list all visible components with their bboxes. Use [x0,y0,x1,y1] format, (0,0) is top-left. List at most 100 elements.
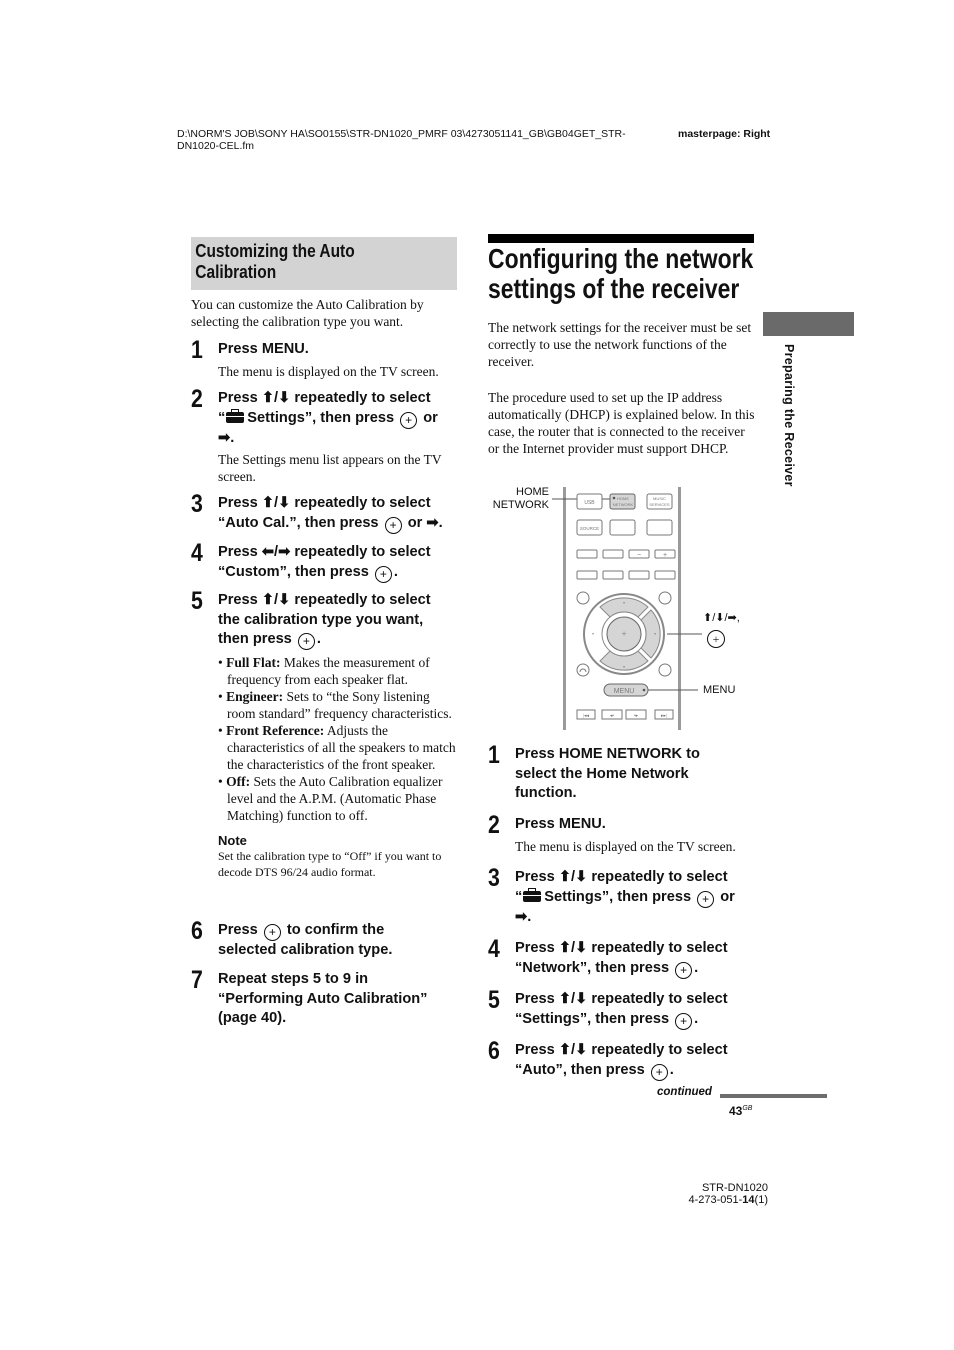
step-line: “ Settings”, then press + or [515,887,758,908]
step-instruction: Press ⬆/⬇ repeatedly to select “Auto”, t… [515,1041,758,1081]
settings-text: Settings”, then press [544,888,692,905]
source-button: SOURCE [576,519,603,536]
step-line: then press +. [218,630,461,650]
footer-model: STR-DN1020 [701,1182,768,1194]
step-line: Press ⬆/⬇ repeatedly to select [515,940,728,956]
minus-button: − [628,549,650,559]
step-line: “ Settings”, then press + or [218,408,461,429]
step-number: 1 [191,336,203,364]
remote-control-illustration: USB HOMENETWORK MUSICSERVICES SOURCE − +… [552,487,702,730]
step-line: (page 40). [218,1010,287,1026]
step-instruction: Press MENU. [515,816,606,832]
d-pad: + • • • • [583,593,665,675]
footer-code-bold: 14 [742,1194,755,1206]
right-step-1: 1 Press HOME NETWORK to select the Home … [488,741,758,804]
page-title-line-1: Configuring the network [488,243,754,274]
svg-text:USB: USB [584,500,595,506]
small-button [576,549,598,559]
calibration-type-term: Off: [226,774,251,789]
svg-text:NETWORK: NETWORK [613,502,634,507]
blank-button [646,519,673,536]
chapter-tab [763,312,854,336]
step-line: “Auto Cal.”, then press + or ➡. [218,514,466,534]
small-button [654,570,676,580]
right-step-4: 4 Press ⬆/⬇ repeatedly to select “Networ… [488,935,758,979]
step-line: Press ⬆/⬇ repeatedly to select [515,1042,728,1058]
step-number: 4 [488,935,500,963]
enter-button-icon: + [400,411,418,429]
file-path-header: D:\NORM'S JOB\SONY HA\SO0155\STR-DN1020_… [177,128,626,152]
small-button [602,549,624,559]
note-heading: Note [218,833,247,848]
section-title-line-1: Customizing the Auto [195,241,355,261]
enter-button-icon: + [675,961,693,979]
page-number: 43GB [729,1104,752,1118]
calibration-type-item: • Off: Sets the Auto Calibration equaliz… [218,774,443,823]
svg-text:SOURCE: SOURCE [580,526,599,531]
page-number-value: 43 [729,1104,743,1118]
enter-button-icon: + [650,1063,668,1081]
footer-model-code: STR-DN1020 4-273-051-14(1) [650,1182,768,1206]
step-line: Press ⬆/⬇ repeatedly to select [218,495,431,511]
section-title-line-2: Calibration [195,262,277,282]
intro-paragraph: You can customize the Auto Calibration b… [191,296,461,330]
step-line-text: “Custom”, then press [218,563,369,580]
continued-rule [720,1094,827,1098]
chapter-tab-label: Preparing the Receiver [782,344,796,487]
step-number: 2 [488,811,500,839]
calibration-type-term: Full Flat: [226,655,281,670]
remote-right-edge [678,487,681,730]
usb-button: USB [576,493,603,510]
step-instruction: Repeat steps 5 to 9 in “Performing Auto … [218,970,461,1029]
dhcp-paragraph: The procedure used to set up the IP addr… [488,390,755,456]
intro-line-1: You can customize the Auto Calibration b… [191,297,424,312]
enter-button-icon: + [384,516,402,534]
svg-text:•: • [623,601,625,607]
music-services-button: MUSICSERVICES [646,493,673,510]
return-button [576,663,590,677]
svg-text:▸▸|: ▸▸| [661,714,667,719]
step-note-line: screen. [218,469,256,484]
toolbox-icon [226,408,245,423]
svg-text:•: • [654,632,656,638]
step-instruction: Press MENU. [218,341,309,357]
step-line: Press ⬆/⬇ repeatedly to select [515,869,728,885]
step-line-text: then press [218,631,292,647]
or-text: or [720,888,735,905]
step-number: 7 [191,966,203,994]
note-text: Set the calibration type to “Off” if you… [218,849,442,879]
step-line-text: Press [218,922,258,938]
svg-text:MUSIC: MUSIC [653,496,666,501]
right-step-3: 3 Press ⬆/⬇ repeatedly to select “ Settin… [488,864,758,927]
note-block: Note Set the calibration type to “Off” i… [218,833,458,880]
step-line: selected calibration type. [218,942,393,958]
left-step-6: 6 Press + to confirm the selected calibr… [191,917,461,961]
step-line-text: . [316,631,321,647]
step-line: Press HOME NETWORK to [515,746,700,762]
right-step-6: 6 Press ⬆/⬇ repeatedly to select “Auto”,… [488,1037,758,1081]
step-line: “Network”, then press +. [515,959,758,979]
svg-text:+: + [663,552,667,559]
step-line-text: . [694,1010,699,1027]
page-title: Configuring the network settings of the … [488,244,759,304]
quote-open: “ [218,409,226,426]
step-line: ➡. [218,429,235,446]
network-intro-paragraph: The network settings for the receiver mu… [488,320,752,369]
step-line: “Auto”, then press +. [515,1061,758,1081]
svg-text:◂•: ◂• [610,714,615,719]
step-note-line: The Settings menu list appears on the TV [218,452,442,467]
step-number: 3 [488,864,500,892]
plus-button: + [654,549,676,559]
step-line-text: . [694,959,699,976]
intro-line-2: selecting the calibration type you want. [191,314,404,329]
step-instruction: Press ⬆/⬇ repeatedly to select “Network”… [515,939,758,979]
enter-button-icon: + [697,890,715,908]
step-line: the calibration type you want, [218,611,424,628]
title-rule [488,234,754,243]
enter-button-icon: + [675,1012,693,1030]
step-line-text: “Settings”, then press [515,1010,670,1027]
step-line: “Performing Auto Calibration” [218,990,428,1007]
round-button [658,663,672,677]
calibration-type-item: • Engineer: Sets to “the Sony listening … [218,689,452,721]
svg-text:−: − [637,552,641,559]
